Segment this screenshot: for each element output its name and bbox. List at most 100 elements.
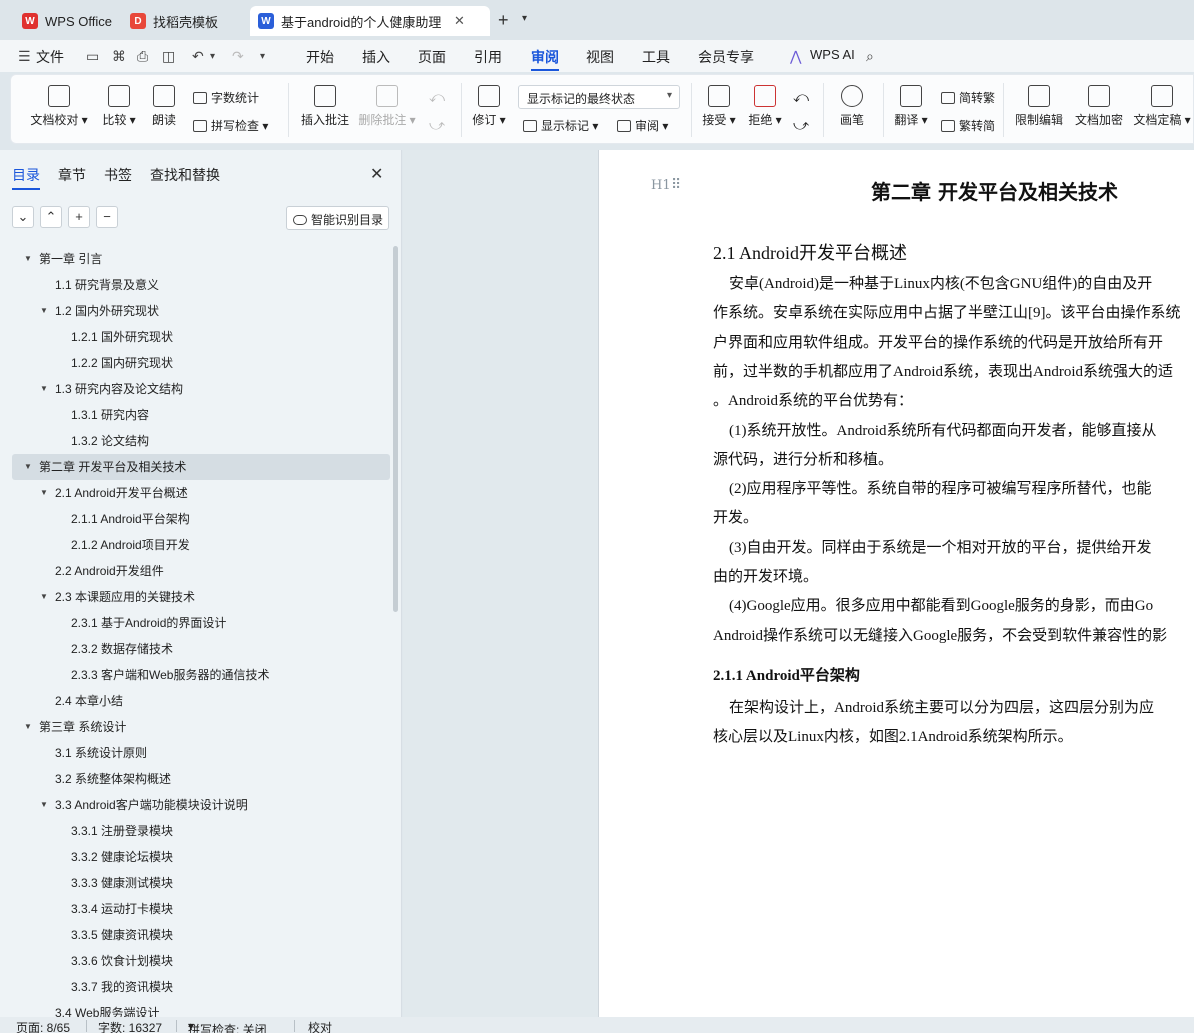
toc-item[interactable]: ▼ 3.3 Android客户端功能模块设计说明 <box>0 792 392 818</box>
toc-item[interactable]: 2.3.1 基于Android的界面设计 <box>0 610 392 636</box>
toc-item[interactable]: 2.4 本章小结 <box>0 688 392 714</box>
toc-item[interactable]: 1.2.2 国内研究现状 <box>0 350 392 376</box>
expand-triangle-icon[interactable]: ▼ <box>24 454 32 480</box>
pen-button[interactable]: 画笔 <box>833 85 871 128</box>
toc-item[interactable]: ▼ 第一章 引言 <box>0 246 392 272</box>
menu-home[interactable]: 开始 <box>306 47 334 67</box>
toc-item[interactable]: ▼ 2.1 Android开发平台概述 <box>0 480 392 506</box>
read-aloud-button[interactable]: 朗读 <box>145 85 183 128</box>
spell-check-button[interactable]: 拼写检查 ▾ <box>193 117 268 134</box>
page-indicator[interactable]: 页面: 8/65 <box>16 1019 70 1033</box>
next-comment-icon[interactable]: ⤻ <box>429 117 445 134</box>
close-icon[interactable]: ✕ <box>370 164 383 184</box>
prev-change-icon[interactable]: ⤺ <box>793 89 809 106</box>
restrict-edit-button[interactable]: 限制编辑 <box>1011 85 1067 128</box>
toc-item[interactable]: 3.3.3 健康测试模块 <box>0 870 392 896</box>
track-changes-button[interactable]: 修订 ▾ <box>469 85 509 128</box>
toc-item[interactable]: 1.2.1 国外研究现状 <box>0 324 392 350</box>
menu-page[interactable]: 页面 <box>418 47 446 67</box>
heading-level-marker[interactable]: H1 <box>651 178 671 193</box>
tab-template[interactable]: D 找稻壳模板 <box>122 6 226 36</box>
undo-dropdown-icon[interactable]: ▾ <box>210 51 215 62</box>
tab-toc[interactable]: 目录 <box>12 165 40 185</box>
menu-references[interactable]: 引用 <box>474 47 502 67</box>
reject-button[interactable]: 拒绝 ▾ <box>745 85 785 128</box>
new-tab-icon[interactable]: + <box>498 10 509 31</box>
add-heading-button[interactable]: + <box>68 206 90 228</box>
drag-handle-icon[interactable]: ⠿ <box>671 176 681 193</box>
expand-triangle-icon[interactable]: ▼ <box>40 480 48 506</box>
remove-heading-button[interactable]: − <box>96 206 118 228</box>
redo-icon[interactable]: ↷ <box>232 48 244 65</box>
toc-item[interactable]: ▼ 1.3 研究内容及论文结构 <box>0 376 392 402</box>
prev-comment-icon[interactable]: ⤺ <box>429 89 445 106</box>
toc-item[interactable]: 3.3.5 健康资讯模块 <box>0 922 392 948</box>
link-icon[interactable]: ⌘ <box>112 48 126 65</box>
print-preview-icon[interactable]: ◫ <box>162 48 175 65</box>
finalize-button[interactable]: 文档定稿 ▾ <box>1131 85 1193 128</box>
doc-check-button[interactable]: 文档校对 ▾ <box>27 85 91 128</box>
search-icon[interactable]: ⌕ <box>866 48 874 65</box>
toc-item[interactable]: 3.3.1 注册登录模块 <box>0 818 392 844</box>
insert-comment-button[interactable]: 插入批注 <box>297 85 353 128</box>
toc-item[interactable]: ▼ 1.2 国内外研究现状 <box>0 298 392 324</box>
next-change-icon[interactable]: ⤻ <box>793 117 809 134</box>
toc-item[interactable]: 3.3.6 饮食计划模块 <box>0 948 392 974</box>
menu-view[interactable]: 视图 <box>586 47 614 67</box>
menu-insert[interactable]: 插入 <box>362 47 390 67</box>
expand-triangle-icon[interactable]: ▼ <box>24 714 32 740</box>
tab-wps-office[interactable]: W WPS Office <box>14 6 120 36</box>
toc-item[interactable]: 3.3.4 运动打卡模块 <box>0 896 392 922</box>
review-pane-button[interactable]: 审阅 ▾ <box>617 117 668 134</box>
word-count-button[interactable]: 字数统计 <box>193 89 259 106</box>
toc-item[interactable]: 3.4 Web服务端设计 <box>0 1000 392 1017</box>
expand-triangle-icon[interactable]: ▼ <box>40 376 48 402</box>
toc-item[interactable]: 2.1.1 Android平台架构 <box>0 506 392 532</box>
print-icon[interactable]: ⎙ <box>137 48 148 65</box>
toc-item[interactable]: 1.3.2 论文结构 <box>0 428 392 454</box>
to-simplified-button[interactable]: 繁转简 <box>941 117 995 134</box>
menu-tools[interactable]: 工具 <box>642 47 670 67</box>
expand-triangle-icon[interactable]: ▼ <box>24 246 32 272</box>
accept-button[interactable]: 接受 ▾ <box>699 85 739 128</box>
toc-item[interactable]: 3.3.7 我的资讯模块 <box>0 974 392 1000</box>
toc-item[interactable]: ▼ 第三章 系统设计 <box>0 714 392 740</box>
expand-triangle-icon[interactable]: ▼ <box>40 792 48 818</box>
menu-review[interactable]: 审阅 <box>531 47 559 67</box>
smart-toc-button[interactable]: 智能识别目录 <box>286 206 389 230</box>
tab-sections[interactable]: 章节 <box>58 165 86 185</box>
expand-up-button[interactable]: ⌃ <box>40 206 62 228</box>
proofread-status[interactable]: 校对 <box>308 1019 332 1033</box>
show-markup-button[interactable]: 显示标记 ▾ <box>523 117 598 134</box>
document-page[interactable]: H1 ⠿ 第二章 开发平台及相关技术 2.1 Android开发平台概述 安卓(… <box>598 150 1194 1017</box>
menu-icon[interactable]: ☰ <box>18 48 31 65</box>
expand-triangle-icon[interactable]: ▼ <box>40 298 48 324</box>
translate-button[interactable]: 翻译 ▾ <box>891 85 931 128</box>
menu-file[interactable]: 文件 <box>36 47 64 67</box>
save-icon[interactable]: ▭ <box>86 48 99 65</box>
toc-scrollbar[interactable] <box>393 246 398 612</box>
undo-icon[interactable]: ↶ <box>192 48 204 65</box>
tab-find-replace[interactable]: 查找和替换 <box>150 165 220 185</box>
toc-item[interactable]: 3.2 系统整体架构概述 <box>0 766 392 792</box>
expand-triangle-icon[interactable]: ▼ <box>40 584 48 610</box>
menu-member[interactable]: 会员专享 <box>698 47 754 67</box>
tab-document[interactable]: W 基于android的个人健康助理 ✕ <box>250 6 490 36</box>
spell-check-status[interactable]: 拼写检查: 关闭 ▾ <box>188 1019 267 1033</box>
toc-item[interactable]: ▼ 2.3 本课题应用的关键技术 <box>0 584 392 610</box>
chevron-down-icon[interactable]: ▾ <box>522 13 527 24</box>
toc-item[interactable]: 2.3.2 数据存储技术 <box>0 636 392 662</box>
close-icon[interactable]: ✕ <box>454 13 465 29</box>
tab-bookmarks[interactable]: 书签 <box>104 165 132 185</box>
toc-item[interactable]: 1.1 研究背景及意义 <box>0 272 392 298</box>
toc-item[interactable]: 2.1.2 Android项目开发 <box>0 532 392 558</box>
display-state-select[interactable]: 显示标记的最终状态 ▾ <box>518 85 680 109</box>
encrypt-button[interactable]: 文档加密 <box>1071 85 1127 128</box>
word-count[interactable]: 字数: 16327 <box>98 1019 162 1033</box>
toc-item[interactable]: 3.1 系统设计原则 <box>0 740 392 766</box>
more-icon[interactable]: ▾ <box>260 51 265 62</box>
toc-item[interactable]: 2.2 Android开发组件 <box>0 558 392 584</box>
compare-button[interactable]: 比较 ▾ <box>97 85 141 128</box>
collapse-all-button[interactable]: ⌄ <box>12 206 34 228</box>
toc-item[interactable]: 1.3.1 研究内容 <box>0 402 392 428</box>
